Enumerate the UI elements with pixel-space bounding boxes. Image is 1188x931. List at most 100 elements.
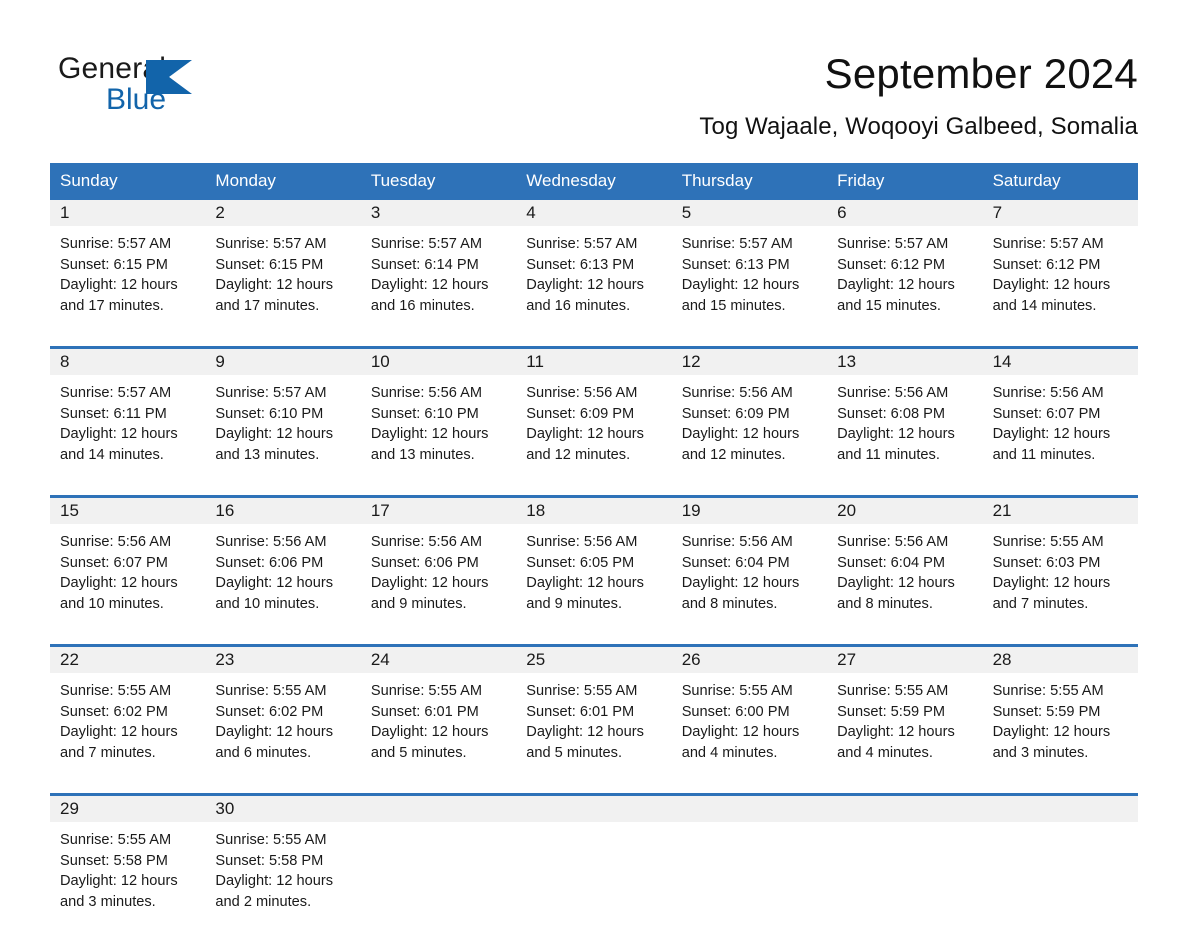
general-blue-logo[interactable]: General Blue	[50, 48, 210, 120]
calendar-day-cell[interactable]: 4 Sunrise: 5:57 AM Sunset: 6:13 PM Daylight…	[516, 200, 672, 336]
calendar-day-cell[interactable]: 12 Sunrise: 5:56 AM Sunset: 6:09 PM Dayligh…	[671, 349, 828, 485]
calendar-day-cell[interactable]: 26 Sunrise: 5:55 AM Sunset: 6:00 PM Dayligh…	[671, 647, 828, 783]
day-sunrise-text: Sunrise: 5:56 AM	[526, 534, 638, 551]
day-daylight-text: and 3 minutes.	[60, 893, 156, 910]
calendar-day-cell[interactable]: 24 Sunrise: 5:55 AM Sunset: 6:01 PM Dayligh…	[360, 647, 517, 783]
day-details: Sunrise: 5:56 AM Sunset: 6:04 PM Daylight:…	[827, 524, 982, 614]
calendar-day-cell[interactable]: 7 Sunrise: 5:57 AM Sunset: 6:12 PM Daylight…	[982, 200, 1138, 336]
calendar-day-cell[interactable]: 11 Sunrise: 5:56 AM Sunset: 6:09 PM Dayligh…	[516, 349, 672, 485]
day-sunrise-text: Sunrise: 5:57 AM	[681, 236, 793, 253]
day-daylight-text: Daylight: 12 hours	[60, 575, 178, 592]
day-number	[982, 796, 1138, 823]
day-sunset-text: Sunset: 6:04 PM	[837, 554, 946, 571]
day-number: 20	[827, 498, 983, 525]
calendar-day-cell[interactable]: 18 Sunrise: 5:56 AM Sunset: 6:05 PM Dayligh…	[516, 498, 672, 634]
calendar-day-cell[interactable]: 14 Sunrise: 5:56 AM Sunset: 6:07 PM Dayligh…	[982, 349, 1138, 485]
calendar-day-cell[interactable]: 19 Sunrise: 5:56 AM Sunset: 6:04 PM Dayligh…	[671, 498, 828, 634]
calendar-day-cell[interactable]: 16 Sunrise: 5:56 AM Sunset: 6:06 PM Dayligh…	[205, 498, 361, 634]
day-sunset-text: Sunset: 5:58 PM	[215, 852, 324, 869]
day-details: Sunrise: 5:55 AM Sunset: 6:00 PM Daylight:…	[672, 673, 827, 763]
day-daylight-text: and 4 minutes.	[837, 744, 933, 761]
calendar-day-cell-empty	[360, 796, 517, 931]
day-details: Sunrise: 5:57 AM Sunset: 6:15 PM Daylight:…	[205, 226, 360, 316]
calendar-week-row: 1 Sunrise: 5:57 AM Sunset: 6:15 PM Daylight…	[50, 200, 1138, 336]
calendar-day-cell[interactable]: 10 Sunrise: 5:56 AM Sunset: 6:10 PM Dayligh…	[360, 349, 517, 485]
day-details: Sunrise: 5:55 AM Sunset: 6:02 PM Daylight:…	[50, 673, 205, 763]
page-title: September 2024	[824, 50, 1138, 97]
day-number: 2	[205, 200, 361, 227]
day-daylight-text: and 14 minutes.	[992, 297, 1097, 314]
day-sunrise-text: Sunrise: 5:55 AM	[992, 683, 1104, 700]
day-sunset-text: Sunset: 6:00 PM	[681, 703, 790, 720]
day-number: 1	[50, 200, 206, 227]
day-sunrise-text: Sunrise: 5:56 AM	[992, 385, 1104, 402]
day-sunrise-text: Sunrise: 5:56 AM	[215, 534, 327, 551]
calendar-day-cell[interactable]: 22 Sunrise: 5:55 AM Sunset: 6:02 PM Dayligh…	[50, 647, 206, 783]
day-daylight-text: Daylight: 12 hours	[60, 426, 178, 443]
day-sunrise-text: Sunrise: 5:55 AM	[215, 832, 327, 849]
day-details: Sunrise: 5:56 AM Sunset: 6:06 PM Daylight:…	[205, 524, 360, 614]
calendar-day-cell[interactable]: 6 Sunrise: 5:57 AM Sunset: 6:12 PM Daylight…	[827, 200, 983, 336]
day-details	[672, 822, 827, 830]
calendar-day-cell[interactable]: 5 Sunrise: 5:57 AM Sunset: 6:13 PM Daylight…	[671, 200, 828, 336]
calendar-day-cell[interactable]: 27 Sunrise: 5:55 AM Sunset: 5:59 PM Dayligh…	[827, 647, 983, 783]
day-details: Sunrise: 5:56 AM Sunset: 6:06 PM Daylight:…	[361, 524, 516, 614]
calendar-day-cell[interactable]: 17 Sunrise: 5:56 AM Sunset: 6:06 PM Dayligh…	[360, 498, 517, 634]
calendar-day-cell[interactable]: 13 Sunrise: 5:56 AM Sunset: 6:08 PM Dayligh…	[827, 349, 983, 485]
day-sunrise-text: Sunrise: 5:55 AM	[215, 683, 327, 700]
day-number: 6	[827, 200, 983, 227]
day-daylight-text: and 16 minutes.	[526, 297, 631, 314]
day-details: Sunrise: 5:57 AM Sunset: 6:13 PM Daylight:…	[516, 226, 671, 316]
calendar-day-cell[interactable]: 2 Sunrise: 5:57 AM Sunset: 6:15 PM Daylight…	[205, 200, 361, 336]
logo-text-blue: Blue	[106, 83, 167, 116]
day-number	[516, 796, 672, 823]
calendar-day-cell[interactable]: 1 Sunrise: 5:57 AM Sunset: 6:15 PM Daylight…	[50, 200, 206, 336]
day-details: Sunrise: 5:57 AM Sunset: 6:14 PM Daylight:…	[361, 226, 516, 316]
day-sunrise-text: Sunrise: 5:57 AM	[60, 236, 172, 253]
calendar-day-cell[interactable]: 21 Sunrise: 5:55 AM Sunset: 6:03 PM Dayligh…	[982, 498, 1138, 634]
day-number: 17	[360, 498, 517, 525]
day-sunrise-text: Sunrise: 5:55 AM	[60, 832, 172, 849]
day-number: 14	[982, 349, 1138, 376]
weekday-header-row: Sunday Monday Tuesday Wednesday Thursday…	[50, 163, 1138, 201]
day-number: 8	[50, 349, 206, 376]
location-subtitle: Tog Wajaale, Woqooyi Galbeed, Somalia	[699, 113, 1138, 141]
calendar-day-cell[interactable]: 25 Sunrise: 5:55 AM Sunset: 6:01 PM Dayligh…	[516, 647, 672, 783]
day-details: Sunrise: 5:55 AM Sunset: 5:58 PM Daylight:…	[50, 822, 205, 912]
day-number: 12	[671, 349, 828, 376]
day-details: Sunrise: 5:56 AM Sunset: 6:04 PM Daylight:…	[672, 524, 827, 614]
day-daylight-text: Daylight: 12 hours	[370, 575, 489, 592]
day-daylight-text: Daylight: 12 hours	[60, 873, 178, 890]
day-daylight-text: Daylight: 12 hours	[60, 277, 178, 294]
day-daylight-text: and 14 minutes.	[60, 446, 164, 463]
calendar-day-cell[interactable]: 30 Sunrise: 5:55 AM Sunset: 5:58 PM Dayligh…	[205, 796, 361, 931]
day-daylight-text: and 5 minutes.	[526, 744, 623, 761]
day-details: Sunrise: 5:55 AM Sunset: 6:01 PM Daylight:…	[361, 673, 516, 763]
calendar-page: General Blue September 2024 Tog Wajaale,…	[0, 0, 1188, 931]
calendar-day-cell[interactable]: 23 Sunrise: 5:55 AM Sunset: 6:02 PM Dayligh…	[205, 647, 361, 783]
day-daylight-text: and 15 minutes.	[681, 297, 786, 314]
day-number: 7	[982, 200, 1138, 227]
calendar-day-cell[interactable]: 8 Sunrise: 5:57 AM Sunset: 6:11 PM Daylight…	[50, 349, 206, 485]
calendar-day-cell[interactable]: 29 Sunrise: 5:55 AM Sunset: 5:58 PM Dayligh…	[50, 796, 206, 931]
day-details	[516, 822, 671, 830]
day-sunset-text: Sunset: 5:59 PM	[837, 703, 946, 720]
day-details: Sunrise: 5:55 AM Sunset: 6:01 PM Daylight:…	[516, 673, 671, 763]
calendar-day-cell[interactable]: 9 Sunrise: 5:57 AM Sunset: 6:10 PM Daylight…	[205, 349, 361, 485]
day-number: 25	[516, 647, 672, 674]
week-separator	[50, 484, 1138, 496]
calendar-day-cell[interactable]: 28 Sunrise: 5:55 AM Sunset: 5:59 PM Dayligh…	[982, 647, 1138, 783]
calendar-day-cell[interactable]: 20 Sunrise: 5:56 AM Sunset: 6:04 PM Dayligh…	[827, 498, 983, 634]
day-sunrise-text: Sunrise: 5:55 AM	[992, 534, 1104, 551]
calendar-day-cell[interactable]: 15 Sunrise: 5:56 AM Sunset: 6:07 PM Dayligh…	[50, 498, 206, 634]
day-number: 18	[516, 498, 672, 525]
week-separator	[50, 782, 1138, 794]
day-daylight-text: Daylight: 12 hours	[215, 575, 334, 592]
day-number: 3	[360, 200, 517, 227]
day-daylight-text: Daylight: 12 hours	[681, 426, 800, 443]
day-number: 26	[671, 647, 828, 674]
calendar-day-cell[interactable]: 3 Sunrise: 5:57 AM Sunset: 6:14 PM Daylight…	[360, 200, 517, 336]
day-details	[827, 822, 982, 830]
day-daylight-text: and 17 minutes.	[215, 297, 320, 314]
day-number: 27	[827, 647, 983, 674]
